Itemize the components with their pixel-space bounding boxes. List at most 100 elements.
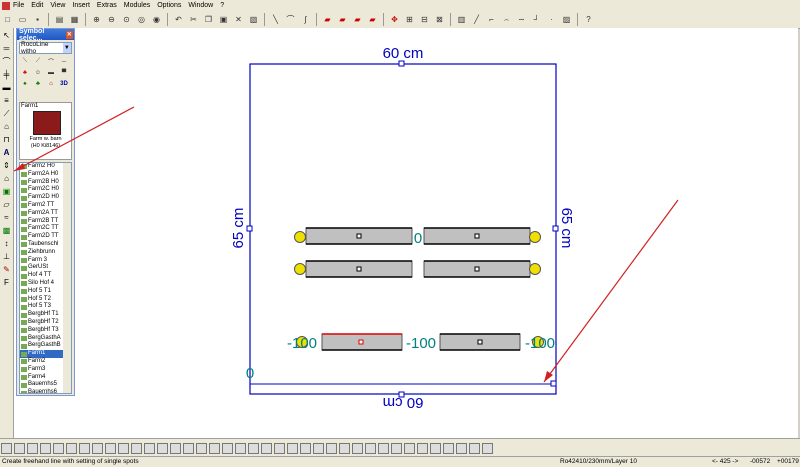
save-icon[interactable]: ▪ [31, 13, 44, 26]
layer-red4-icon[interactable]: ▰ [366, 13, 379, 26]
text-tool-icon[interactable]: A [1, 147, 12, 158]
layer-red-icon[interactable]: ▰ [321, 13, 334, 26]
layer-button[interactable] [443, 442, 454, 454]
straight-track-icon[interactable]: ╲ [269, 13, 282, 26]
layer-button[interactable] [339, 442, 350, 454]
layer-button[interactable] [417, 442, 428, 454]
arc-icon[interactable]: ⌢ [500, 13, 513, 26]
layer-red3-icon[interactable]: ▰ [351, 13, 364, 26]
zoom-out-icon[interactable]: ⊖ [105, 13, 118, 26]
layer-tool-icon[interactable]: ⊥ [1, 251, 12, 262]
layer-button[interactable] [92, 442, 103, 454]
layer-button[interactable] [430, 442, 441, 454]
curve-track-icon[interactable]: ⌒ [284, 13, 297, 26]
menu-view[interactable]: View [50, 2, 65, 9]
open-file-icon[interactable]: ▭ [16, 13, 29, 26]
layer-button[interactable] [261, 442, 272, 454]
layer-button[interactable] [157, 442, 168, 454]
layer-button[interactable] [40, 442, 51, 454]
connect3-icon[interactable]: ⊟ [418, 13, 431, 26]
paste-icon[interactable]: ▣ [217, 13, 230, 26]
rect-icon[interactable]: ┘ [530, 13, 543, 26]
select-tool-icon[interactable]: ↖ [1, 30, 12, 41]
new-file-icon[interactable]: □ [1, 13, 14, 26]
zoom-in-icon[interactable]: ⊕ [90, 13, 103, 26]
menu-extras[interactable]: Extras [97, 2, 117, 9]
layer-button[interactable] [105, 442, 116, 454]
tree-tool-icon[interactable]: ▩ [1, 225, 12, 236]
house-tool-icon[interactable]: ⌂ [1, 173, 12, 184]
layer-button[interactable] [183, 442, 194, 454]
grid-icon[interactable]: ▥ [455, 13, 468, 26]
layer-button[interactable] [209, 442, 220, 454]
layer-button[interactable] [79, 442, 90, 454]
layer-button[interactable] [274, 442, 285, 454]
zoom-prev-icon[interactable]: ◉ [150, 13, 163, 26]
layer-button[interactable] [144, 442, 155, 454]
layer-button[interactable] [365, 442, 376, 454]
layer-button[interactable] [313, 442, 324, 454]
layer-button[interactable] [482, 442, 493, 454]
layer-button[interactable] [378, 442, 389, 454]
spot-icon[interactable]: · [545, 13, 558, 26]
undo-icon[interactable]: ↶ [172, 13, 185, 26]
properties-icon[interactable]: ▧ [247, 13, 260, 26]
drawing-canvas[interactable]: Symbol selec... ✕ RocoLine witho ▼ ⟍ ⟋ ⌒… [14, 28, 798, 438]
print-preview-icon[interactable]: ▦ [68, 13, 81, 26]
font-tool-icon[interactable]: F [1, 277, 12, 288]
slope-tool-icon[interactable]: ⟋ [1, 108, 12, 119]
freehand-icon[interactable]: ∼ [515, 13, 528, 26]
measure-tool-icon[interactable]: ↕ [1, 238, 12, 249]
align-icon[interactable]: ⊠ [433, 13, 446, 26]
color-fill-icon[interactable]: ▨ [560, 13, 573, 26]
layer-button[interactable] [170, 442, 181, 454]
flex-track-icon[interactable]: ∫ [299, 13, 312, 26]
layer-button[interactable] [196, 442, 207, 454]
layer-button[interactable] [66, 442, 77, 454]
menu-window[interactable]: Window [188, 2, 213, 9]
terrain-tool-icon[interactable]: ▱ [1, 199, 12, 210]
connect-icon[interactable]: ✥ [388, 13, 401, 26]
menu-modules[interactable]: Modules [124, 2, 150, 9]
tunnel-tool-icon[interactable]: ⊓ [1, 134, 12, 145]
switch-tool-icon[interactable]: ╪ [1, 69, 12, 80]
context-help-icon[interactable]: ? [582, 13, 595, 26]
copy-icon[interactable]: ❐ [202, 13, 215, 26]
layer-red2-icon[interactable]: ▰ [336, 13, 349, 26]
menu-help[interactable]: ? [220, 2, 224, 9]
menu-file[interactable]: File [13, 2, 24, 9]
layer-button[interactable] [1, 442, 12, 454]
layer-button[interactable] [235, 442, 246, 454]
layer-button[interactable] [391, 442, 402, 454]
zoom-window-icon[interactable]: ⊙ [120, 13, 133, 26]
menu-edit[interactable]: Edit [31, 2, 43, 9]
rail-tool-icon[interactable]: ≡ [1, 95, 12, 106]
layer-button[interactable] [14, 442, 25, 454]
layer-button[interactable] [469, 442, 480, 454]
water-tool-icon[interactable]: ≈ [1, 212, 12, 223]
zoom-all-icon[interactable]: ◎ [135, 13, 148, 26]
layer-button[interactable] [131, 442, 142, 454]
line-icon[interactable]: ╱ [470, 13, 483, 26]
layer-button[interactable] [300, 442, 311, 454]
layer-button[interactable] [326, 442, 337, 454]
cut-icon[interactable]: ✂ [187, 13, 200, 26]
color-tool-icon[interactable]: ✎ [1, 264, 12, 275]
road-tool-icon[interactable]: ▬ [1, 82, 12, 93]
layer-button[interactable] [248, 442, 259, 454]
curve-tool-icon[interactable]: ⌒ [1, 56, 12, 67]
poly-icon[interactable]: ⌐ [485, 13, 498, 26]
menu-options[interactable]: Options [157, 2, 181, 9]
layer-button[interactable] [404, 442, 415, 454]
delete-icon[interactable]: ✕ [232, 13, 245, 26]
app-icon[interactable] [2, 1, 10, 10]
dimension-tool-icon[interactable]: ⇕ [1, 160, 12, 171]
menu-insert[interactable]: Insert [72, 2, 90, 9]
layer-button[interactable] [456, 442, 467, 454]
layer-button[interactable] [352, 442, 363, 454]
track-tool-icon[interactable]: ═ [1, 43, 12, 54]
plan-drawing[interactable]: 60 cm 60 cm 65 cm 65 cm 0 -100 -100 -100… [14, 28, 798, 438]
connect2-icon[interactable]: ⊞ [403, 13, 416, 26]
layer-button[interactable] [53, 442, 64, 454]
layer-button[interactable] [27, 442, 38, 454]
